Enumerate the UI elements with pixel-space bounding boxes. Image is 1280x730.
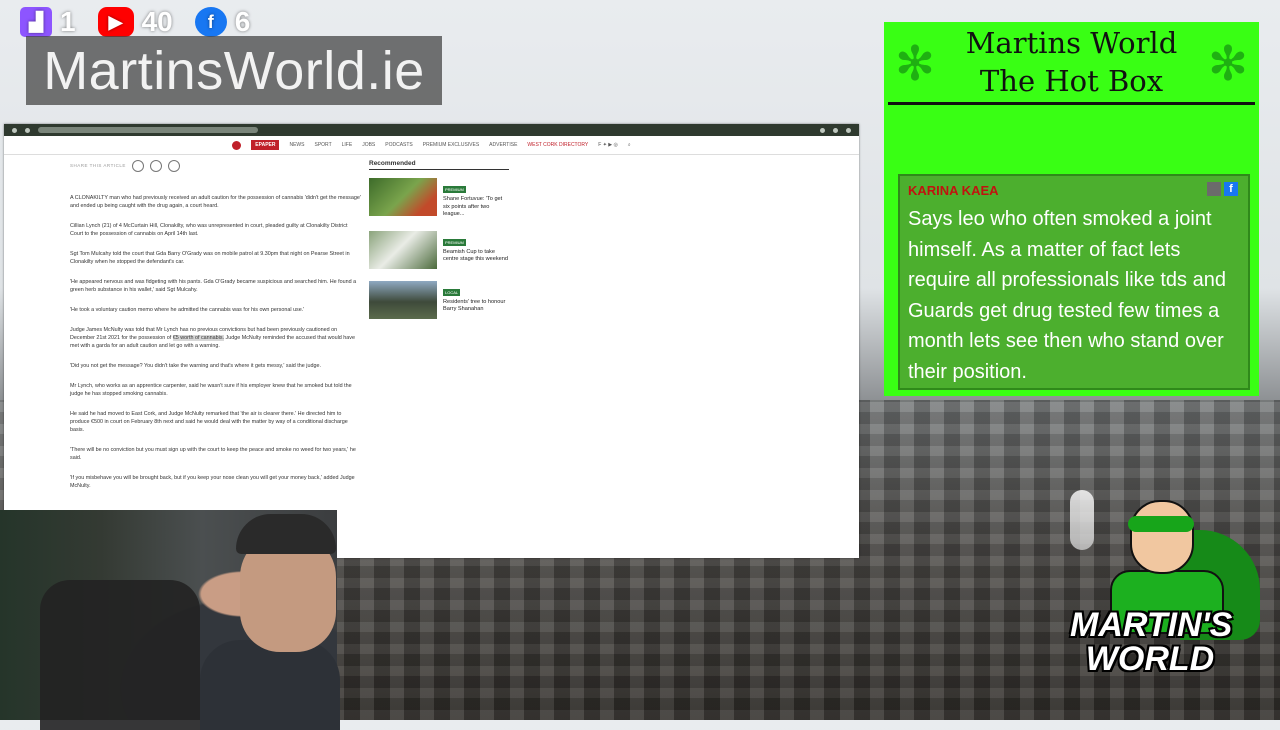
premium-badge: PREMIUM [443, 238, 466, 246]
wordmark-line1: MARTIN'S [1070, 606, 1233, 644]
article-paragraph: Sgt Tom Mulcahy told the court that Gda … [70, 251, 350, 265]
reload-icon[interactable] [25, 127, 30, 133]
mascot-head [1130, 500, 1194, 574]
premium-badge: PREMIUM [443, 186, 466, 193]
facebook-count: 6 [234, 6, 251, 37]
facebook-counter: f 6 [194, 6, 251, 38]
share-email-icon[interactable] [167, 160, 180, 172]
highlighted-text[interactable]: €5 worth of cannabis. [172, 335, 225, 341]
recommended-item[interactable]: PREMIUM Beamish Cup to take centre stage… [369, 230, 509, 269]
share-twitter-icon[interactable] [149, 160, 162, 172]
article-body: SHARE THIS ARTICLE A CLONAKILTY man who … [70, 160, 362, 502]
nav-item-advertise[interactable]: ADVERTISE [489, 142, 517, 148]
brand-banner: MartinsWorld.ie [26, 36, 442, 105]
nav-item-news[interactable]: NEWS [289, 142, 304, 148]
facebook-icon: f [1224, 182, 1238, 196]
recommended-item[interactable]: LOCAL Residents' tree to honour Barry Sh… [369, 280, 509, 319]
recommended-item[interactable]: PREMIUM Shane Fortuvue: 'To get six poin… [369, 178, 509, 219]
article-paragraph: Judge James McNulty was told that Mr Lyn… [70, 326, 362, 350]
chair [40, 580, 200, 730]
article-paragraph: 'There will be no conviction but you mus… [70, 447, 356, 461]
article-paragraph: Mr Lynch, who works as an apprentice car… [70, 383, 352, 397]
search-icon[interactable]: ⌕ [628, 142, 631, 148]
share-facebook-icon[interactable] [131, 160, 144, 172]
site-navigation: EPAPER NEWS SPORT LIFE JOBS PODCASTS PRE… [4, 136, 859, 155]
chat-message-card: KARINA KAEA f Says leo who often smoked … [898, 174, 1250, 390]
hotbox-title: Martins World The Hot Box [888, 22, 1255, 105]
cannabis-leaf-icon: ✻ [894, 38, 936, 91]
mascot-logo: MARTIN'S WORLD [1070, 490, 1270, 700]
wordmark-line2: WORLD [1085, 640, 1215, 678]
chat-author: KARINA KAEA [908, 183, 999, 198]
thumbnail-image[interactable] [369, 280, 437, 319]
hotbox-title-line1: Martins World [965, 26, 1178, 60]
article-paragraph: 'If you misbehave you will be brought ba… [70, 475, 355, 489]
hotbox-title-line2: The Hot Box [979, 64, 1164, 98]
social-links-icon[interactable]: f ✦ ▶ ◎ [598, 142, 618, 148]
recommended-headline[interactable]: Shane Fortuvue: 'To get six points after… [443, 196, 509, 219]
chat-icons: f [1207, 182, 1238, 196]
article-paragraph: 'He appeared nervous and was fidgeting w… [70, 279, 357, 293]
nav-item-sport[interactable]: SPORT [314, 142, 331, 148]
nav-item-directory[interactable]: WEST CORK DIRECTORY [527, 142, 588, 148]
youtube-count: 40 [141, 6, 173, 37]
nav-item-life[interactable]: LIFE [342, 142, 353, 148]
article-paragraph: 'He took a voluntary caution memo where … [70, 307, 305, 313]
avatar [1207, 182, 1221, 196]
thumbnail-image[interactable] [369, 230, 437, 269]
cannabis-leaf-icon: ✻ [1207, 38, 1249, 91]
thumbnail-image[interactable] [369, 178, 437, 216]
nav-item-podcasts[interactable]: PODCASTS [385, 142, 413, 148]
streamer-cap [236, 514, 336, 554]
nav-item-jobs[interactable]: JOBS [362, 142, 375, 148]
share-label: SHARE THIS ARTICLE [70, 163, 126, 168]
streamer-body [200, 640, 340, 730]
url-field[interactable] [38, 127, 258, 133]
facebook-icon: f [194, 7, 227, 37]
site-logo-icon[interactable] [232, 140, 242, 150]
recommended-title: Recommended [369, 160, 509, 170]
share-row: SHARE THIS ARTICLE [70, 160, 362, 172]
recommended-headline[interactable]: Residents' tree to honour Barry Shanahan [443, 299, 509, 314]
bookmark-icon[interactable] [820, 127, 825, 133]
mascot-wordmark: MARTIN'S WORLD [1070, 606, 1233, 678]
twitch-counter: ▟ 1 [20, 6, 76, 38]
twitch-count: 1 [60, 6, 76, 37]
address-bar[interactable] [4, 124, 859, 136]
twitch-icon: ▟ [20, 7, 52, 37]
menu-icon[interactable] [846, 127, 851, 133]
recommended-panel: Recommended PREMIUM Shane Fortuvue: 'To … [369, 160, 509, 331]
article-paragraph: He said he had moved to East Cork, and J… [70, 411, 348, 433]
brand-site: MartinsWorld.ie [43, 40, 425, 101]
social-counters: ▟ 1 ▶ 40 f 6 [20, 6, 250, 38]
nav-item-premium[interactable]: PREMIUM EXCLUSIVES [423, 142, 479, 148]
nav-epaper[interactable]: EPAPER [251, 140, 280, 150]
local-badge: LOCAL [443, 288, 461, 296]
article-paragraph: A CLONAKILTY man who had previously rece… [70, 195, 361, 209]
smoke-icon [1070, 490, 1094, 550]
extension-icon[interactable] [833, 127, 838, 133]
recommended-headline[interactable]: Beamish Cup to take centre stage this we… [443, 249, 509, 264]
article-paragraph: 'Did you not get the message? You didn't… [70, 363, 321, 369]
chat-message: Says leo who often smoked a joint himsel… [908, 208, 1226, 383]
browser-window: EPAPER NEWS SPORT LIFE JOBS PODCASTS PRE… [4, 124, 859, 558]
youtube-icon: ▶ [97, 7, 134, 37]
article-paragraph: Cillian Lynch (21) of 4 McCurtain Hill, … [70, 223, 348, 237]
hotbox-panel: ✻ ✻ Martins World The Hot Box KARINA KAE… [884, 22, 1259, 396]
back-icon[interactable] [12, 127, 17, 133]
webcam-feed [0, 510, 340, 730]
mascot-mask [1128, 516, 1194, 532]
youtube-counter: ▶ 40 [97, 6, 173, 38]
